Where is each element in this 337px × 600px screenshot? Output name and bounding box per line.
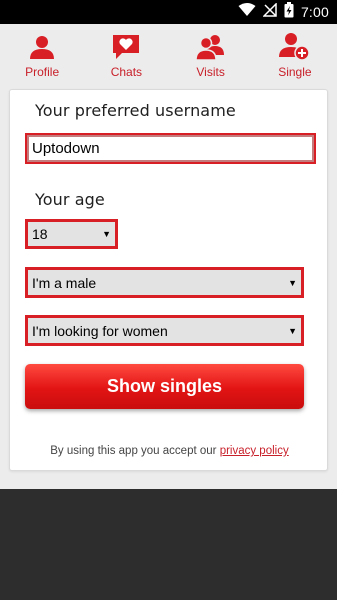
status-time: 7:00	[300, 4, 329, 20]
nav-label: Profile	[25, 65, 60, 79]
visits-icon	[194, 32, 227, 62]
age-label: Your age	[35, 190, 105, 209]
looking-for-value: I'm looking for women	[32, 322, 168, 339]
chevron-down-icon: ▼	[288, 325, 297, 336]
username-value: Uptodown	[32, 140, 100, 157]
no-signal-icon	[262, 1, 277, 22]
gender-value: I'm a male	[32, 274, 97, 291]
profile-icon	[26, 32, 58, 62]
nav-item-profile[interactable]: Profile	[0, 24, 84, 86]
battery-charging-icon	[284, 1, 294, 23]
age-value: 18	[32, 226, 48, 242]
gender-select[interactable]: I'm a male ▼	[25, 267, 304, 298]
terms-label: By using this app you accept our	[50, 445, 217, 457]
show-singles-button[interactable]: Show singles	[25, 364, 304, 409]
top-nav: Profile Chats Visits Single	[0, 24, 337, 86]
username-field[interactable]: Uptodown	[25, 133, 316, 164]
terms-text: By using this app you accept our privacy…	[10, 445, 329, 457]
nav-label: Chats	[110, 65, 143, 79]
nav-item-visits[interactable]: Visits	[169, 24, 253, 86]
nav-label: Visits	[196, 65, 225, 79]
nav-item-single[interactable]: Single	[253, 24, 337, 86]
app-screen: Profile Chats Visits Single Your preferr…	[0, 24, 337, 489]
empty-area	[0, 489, 337, 600]
age-select[interactable]: 18 ▼	[25, 219, 118, 249]
looking-for-select[interactable]: I'm looking for women ▼	[25, 315, 304, 346]
chat-heart-icon	[110, 32, 142, 62]
chevron-down-icon: ▼	[102, 229, 111, 239]
wifi-icon	[238, 2, 256, 22]
signup-card: Your preferred username Uptodown Your ag…	[9, 89, 328, 471]
status-bar: 7:00	[0, 0, 337, 24]
chevron-down-icon: ▼	[288, 277, 297, 288]
nav-label: Single	[278, 65, 312, 79]
privacy-policy-link[interactable]: privacy policy	[220, 445, 289, 457]
nav-item-chats[interactable]: Chats	[84, 24, 168, 86]
username-label: Your preferred username	[35, 101, 236, 120]
add-user-icon	[278, 32, 311, 62]
